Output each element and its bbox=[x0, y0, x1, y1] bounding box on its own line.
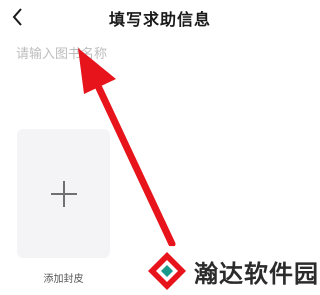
page-title: 填写求助信息 bbox=[108, 10, 211, 29]
header-bar: 填写求助信息 bbox=[0, 0, 320, 36]
plus-icon bbox=[51, 181, 77, 207]
help-request-page: 填写求助信息 添加封皮 瀚达软件园 bbox=[0, 0, 320, 295]
watermark: 瀚达软件园 bbox=[142, 246, 320, 295]
book-name-input[interactable] bbox=[16, 42, 304, 66]
add-cover-button[interactable] bbox=[17, 129, 110, 258]
watermark-text: 瀚达软件园 bbox=[194, 260, 319, 288]
watermark-logo bbox=[148, 252, 186, 290]
add-cover-label: 添加封皮 bbox=[43, 274, 84, 285]
